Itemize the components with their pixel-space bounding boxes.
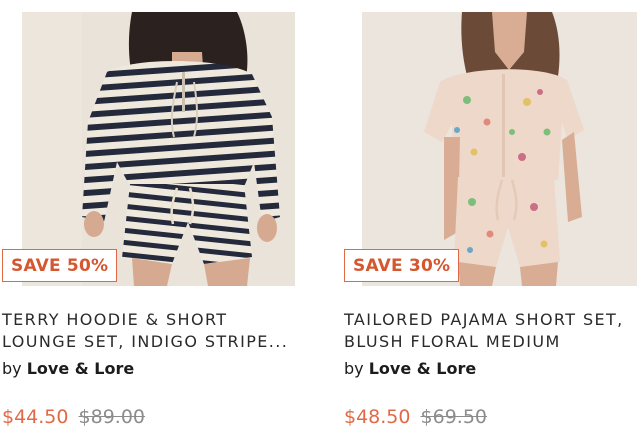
product-title-line-1[interactable]: TERRY HOODIE & SHORT — [2, 309, 302, 331]
discount-badge: SAVE 30% — [344, 249, 460, 282]
discount-badge: SAVE 50% — [2, 249, 118, 282]
vendor-line: by Love & Lore — [344, 359, 476, 378]
vendor-by-label: by — [344, 359, 364, 378]
vendor-brand-link[interactable]: Love & Lore — [369, 359, 477, 378]
product-card-1[interactable]: SAVE 50% TERRY HOODIE & SHORT LOUNGE SET… — [0, 12, 296, 428]
product-title-line-2[interactable]: LOUNGE SET, INDIGO STRIPE... — [2, 331, 302, 353]
sale-price: $44.50 — [2, 406, 69, 428]
product-title-line-2[interactable]: BLUSH FLORAL MEDIUM — [344, 331, 639, 353]
product-image-striped-lounge-set[interactable] — [22, 12, 295, 286]
floral-pajama-set-photo — [362, 12, 637, 286]
product-title[interactable]: TAILORED PAJAMA SHORT SET, BLUSH FLORAL … — [344, 309, 639, 353]
original-price: $89.00 — [78, 406, 146, 428]
striped-lounge-set-photo — [22, 12, 295, 286]
product-card-2[interactable]: SAVE 30% TAILORED PAJAMA SHORT SET, BLUS… — [342, 12, 639, 428]
vendor-line: by Love & Lore — [2, 359, 134, 378]
original-price: $69.50 — [420, 406, 488, 428]
product-image-floral-pajama-set[interactable] — [362, 12, 637, 286]
price-block: $44.50 $89.00 — [2, 406, 145, 428]
product-title[interactable]: TERRY HOODIE & SHORT LOUNGE SET, INDIGO … — [2, 309, 302, 353]
sale-price: $48.50 — [344, 406, 411, 428]
product-title-line-1[interactable]: TAILORED PAJAMA SHORT SET, — [344, 309, 639, 331]
price-block: $48.50 $69.50 — [344, 406, 487, 428]
vendor-by-label: by — [2, 359, 22, 378]
vendor-brand-link[interactable]: Love & Lore — [27, 359, 135, 378]
